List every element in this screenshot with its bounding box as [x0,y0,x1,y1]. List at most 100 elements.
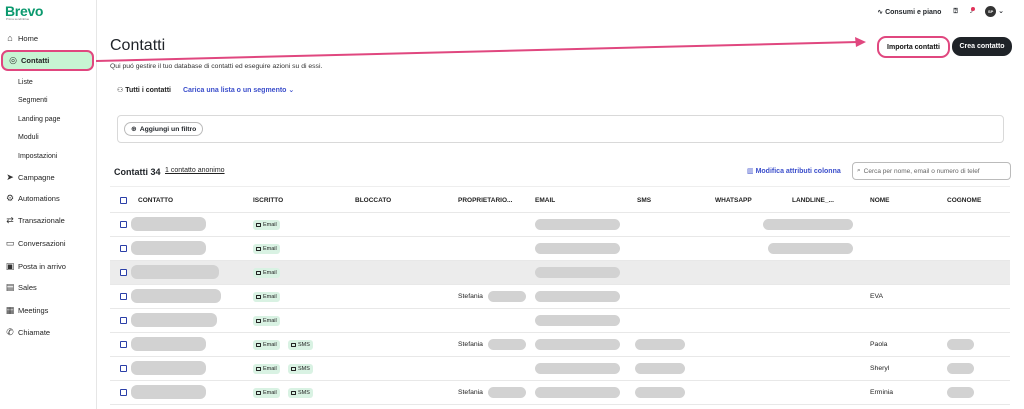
email-redacted [535,339,620,350]
sidebar-item-label: Landing page [18,115,61,123]
column-header[interactable]: LANDLINE_... [792,197,834,204]
badge-label: Email [263,366,277,372]
contact-redacted [131,385,206,399]
sidebar-item-chiamate[interactable]: ✆ Chiamate [0,324,97,340]
row-checkbox[interactable] [120,293,127,300]
owner-name: Stefania [458,389,483,396]
add-filter-button[interactable]: ⊕ Aggiungi un filtro [124,122,204,136]
row-checkbox[interactable] [120,269,127,276]
sidebar-item-label: Chiamate [18,327,51,337]
sidebar-item-label: Campagne [18,172,55,182]
last-name-redacted [947,339,974,350]
import-contacts-button[interactable]: Importa contatti [877,36,950,58]
owner-redacted [488,339,526,350]
table-row[interactable]: Email SMS Stefania Erminia [110,381,1010,405]
column-header[interactable]: CONTATTO [138,197,173,204]
badge-label: Email [263,270,277,276]
badge-label: Email [263,246,277,252]
table-row[interactable]: Email Stefania EVA [110,285,1010,309]
table-row[interactable]: Email SMS Stefania Paola [110,333,1010,357]
envelope-icon [256,247,261,251]
sidebar-item-posta-in-arrivo[interactable]: ▣ Posta in arrivo [0,258,97,274]
table-row[interactable]: Email SMS Sheryl [110,357,1010,381]
column-header[interactable]: WHATSAPP [715,197,752,204]
page-subtitle: Qui puó gestire il tuo database di conta… [110,63,323,70]
email-subscribed-badge: Email [253,292,280,302]
sidebar-item-impostazioni[interactable]: Impostazioni [0,148,97,164]
table-row[interactable]: Email [110,309,1010,333]
search-input[interactable]: ⌕ Cerca per nome, email o numero di telef [852,162,1011,180]
sidebar: Brevo Prima sendinblue ⌂ Home ◎ Contatti Lis… [0,0,97,409]
envelope-icon [256,343,261,347]
sms-subscribed-badge: SMS [288,340,313,350]
landline-redacted [763,219,853,230]
sidebar-item-contatti[interactable]: ◎ Contatti [1,50,94,71]
table-row[interactable]: Email [110,237,1010,261]
table-row[interactable]: Email [110,261,1010,285]
column-header[interactable]: NOME [870,197,890,204]
sidebar-item-segmenti[interactable]: Segmenti [0,92,97,108]
sidebar-item-liste[interactable]: Liste [0,74,97,90]
landline-redacted [768,243,853,254]
notification-icon[interactable]: ♪ [970,7,975,15]
top-bar: ∿ Consumi e piano ⍰ ♪ SP ⌄ [877,6,1004,17]
email-redacted [535,267,620,278]
sidebar-item-conversazioni[interactable]: ▭ Conversazioni [0,235,97,251]
row-checkbox[interactable] [120,221,127,228]
row-checkbox[interactable] [120,365,127,372]
column-header[interactable]: EMAIL [535,197,555,204]
contact-tabs: ⚇ Tutti i contatti Carica una lista o un… [117,86,294,94]
column-header[interactable]: COGNOME [947,197,981,204]
modify-attributes-link[interactable]: ▥ Modifica attributi colonna [747,167,841,175]
sidebar-item-campagne[interactable]: ➤ Campagne [0,169,97,185]
first-name: Paola [870,341,888,348]
sidebar-item-transazionale[interactable]: ⇄ Transazionale [0,212,97,228]
send-icon: ➤ [6,171,14,182]
sidebar-item-label: Home [18,33,39,43]
first-name: Erminia [870,389,894,396]
contact-redacted [131,289,221,303]
row-checkbox[interactable] [120,317,127,324]
plus-circle-icon: ⊕ [131,126,137,133]
email-subscribed-badge: Email [253,340,280,350]
sidebar-item-label: Conversazioni [18,238,66,248]
row-checkbox[interactable] [120,341,127,348]
chat-icon [291,367,296,371]
sidebar-item-label: Posta in arrivo [18,261,66,271]
email-redacted [535,315,620,326]
sidebar-item-automations[interactable]: ⚙ Automations [0,190,97,206]
sidebar-item-moduli[interactable]: Moduli [0,129,97,145]
select-all-checkbox[interactable] [120,197,127,204]
sidebar-item-landing-page[interactable]: Landing page [0,111,97,127]
badge-label: SMS [298,366,310,372]
sidebar-item-label: Moduli [18,133,39,141]
sidebar-item-label: Segmenti [18,96,48,104]
email-redacted [535,243,620,254]
column-header[interactable]: SMS [637,197,651,204]
column-header[interactable]: BLOCCATO [355,197,391,204]
column-header[interactable]: PROPRIETARIO... [458,197,512,204]
usage-link[interactable]: ∿ Consumi e piano [877,8,941,16]
sidebar-item-label: Contatti [21,56,50,65]
chat-icon: ▭ [5,237,15,248]
row-checkbox[interactable] [120,245,127,252]
transactional-icon: ⇄ [6,214,14,225]
account-menu[interactable]: SP ⌄ [985,6,1004,17]
row-checkbox[interactable] [120,389,127,396]
email-redacted [535,219,620,230]
sidebar-item-home[interactable]: ⌂ Home [0,30,97,46]
help-icon[interactable]: ⍰ [953,8,957,16]
column-header[interactable]: ISCRITTO [253,197,283,204]
search-icon: ⌕ [857,167,861,174]
sidebar-item-sales[interactable]: ▤ Sales [0,279,97,295]
envelope-icon [256,295,261,299]
tab-load-list[interactable]: Carica una lista o un segmento ⌄ [183,86,294,94]
table-row[interactable]: Email [110,213,1010,237]
anonymous-contacts-link[interactable]: 1 contatto anonimo [165,167,225,174]
first-name: Sheryl [870,365,890,372]
email-redacted [535,291,620,302]
sidebar-item-meetings[interactable]: ▦ Meetings [0,302,97,318]
tab-all-contacts[interactable]: ⚇ Tutti i contatti [117,86,171,94]
email-redacted [535,387,620,398]
create-contact-button[interactable]: Crea contatto [952,37,1012,56]
